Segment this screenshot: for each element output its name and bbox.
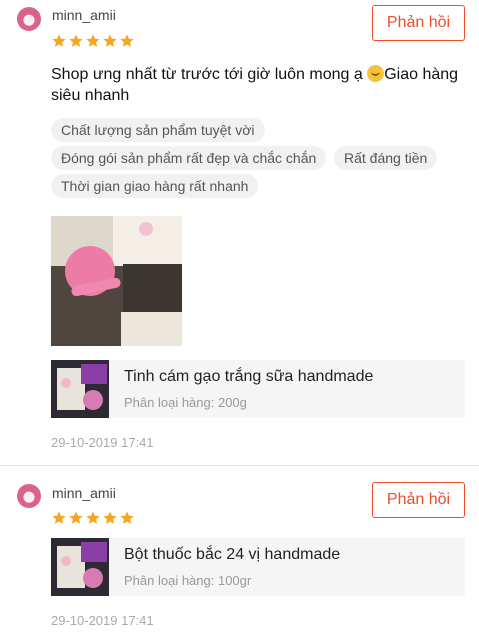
avatar[interactable] — [17, 7, 41, 31]
star-icon — [52, 34, 66, 47]
comment-text-line2: siêu nhanh — [51, 87, 130, 104]
review-comment: Shop ưng nhất từ trước tới giờ luôn mong… — [51, 64, 471, 106]
star-icon — [86, 511, 100, 524]
product-variation: Phân loại hàng: 100gr — [124, 573, 252, 588]
review-tag: Thời gian giao hàng rất nhanh — [51, 174, 259, 198]
star-icon — [52, 511, 66, 524]
username: minn_amii — [52, 485, 116, 501]
rating-stars — [51, 33, 135, 49]
product-variation: Phân loại hàng: 200g — [124, 395, 247, 410]
product-name: Bột thuốc bắc 24 vị handmade — [124, 546, 341, 563]
product-card[interactable]: Tinh cám gạo trắng sữa handmade Phân loạ… — [51, 360, 465, 418]
review-photo[interactable] — [51, 216, 182, 346]
avatar[interactable] — [17, 484, 41, 508]
review-date: 29-10-2019 17:41 — [51, 613, 154, 628]
review-item: minn_amii Phản hồi Bột thuốc bắc 24 vị h… — [0, 466, 479, 640]
product-card[interactable]: Bột thuốc bắc 24 vị handmade Phân loại h… — [51, 538, 465, 596]
star-icon — [120, 511, 134, 524]
star-icon — [103, 34, 117, 47]
review-tag: Chất lượng sản phẩm tuyệt vời — [51, 118, 265, 142]
review-tag: Đóng gói sản phẩm rất đẹp và chắc chắn — [51, 146, 327, 170]
star-icon — [69, 34, 83, 47]
star-icon — [103, 511, 117, 524]
product-thumbnail — [51, 360, 109, 418]
product-thumbnail — [51, 538, 109, 596]
username: minn_amii — [52, 7, 116, 23]
review-item: minn_amii Phản hồi Shop ưng nhất từ trướ… — [0, 0, 479, 465]
star-icon — [86, 34, 100, 47]
product-name: Tinh cám gạo trắng sữa handmade — [124, 368, 374, 385]
comment-text-tail: Giao hàng — [384, 66, 459, 83]
review-date: 29-10-2019 17:41 — [51, 435, 154, 450]
smiling-tear-emoji-icon — [367, 65, 385, 82]
reply-button[interactable]: Phản hồi — [372, 482, 465, 518]
reply-button[interactable]: Phản hồi — [372, 5, 465, 41]
review-tag: Rất đáng tiền — [334, 146, 438, 170]
star-icon — [69, 511, 83, 524]
comment-text: Shop ưng nhất từ trước tới giờ luôn mong… — [51, 66, 363, 83]
star-icon — [120, 34, 134, 47]
rating-stars — [51, 510, 135, 526]
